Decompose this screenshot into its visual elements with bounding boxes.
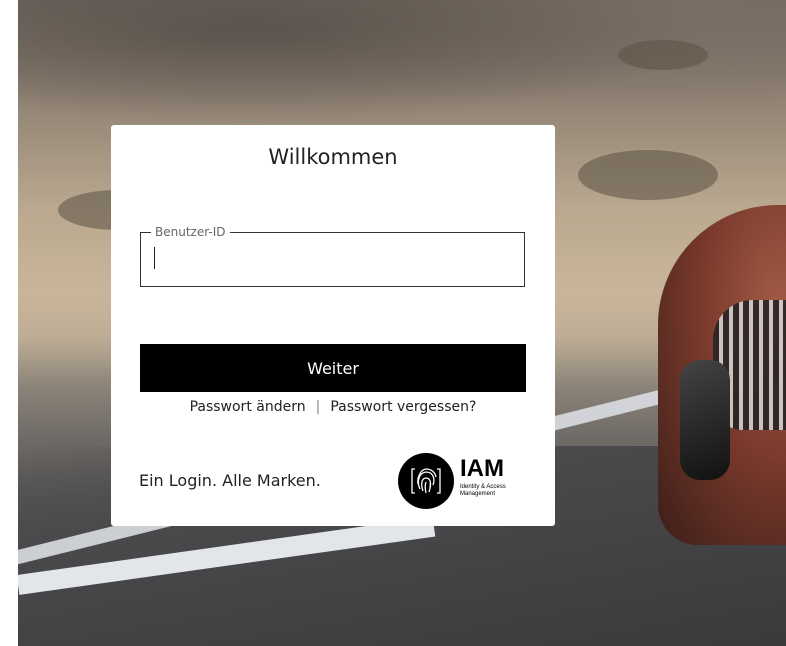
iam-brand: IAM (460, 455, 504, 482)
iam-subtitle-line2: Management (460, 491, 496, 497)
text-caret (154, 247, 155, 269)
forgot-password-link[interactable]: Passwort vergessen? (330, 399, 476, 415)
background-hills (18, 0, 786, 140)
page-title: Willkommen (268, 145, 398, 169)
continue-button[interactable]: Weiter (140, 344, 526, 392)
car-headlight (680, 360, 730, 480)
tagline: Ein Login. Alle Marken. (139, 471, 321, 490)
background-shrub (618, 40, 708, 70)
iam-logo: IAM Identity & Access Management (398, 453, 548, 513)
iam-subtitle-line1: Identity & Access (460, 484, 506, 490)
user-id-label: Benutzer-ID (151, 225, 230, 239)
iam-subtitle: Identity & Access Management (460, 484, 540, 498)
password-links: Passwort ändern | Passwort vergessen? (111, 399, 555, 415)
user-id-input[interactable] (151, 245, 515, 275)
login-card: Willkommen Benutzer-ID Weiter Passwort ä… (111, 125, 555, 526)
link-separator: | (315, 399, 321, 415)
background-shrub (578, 150, 718, 200)
fingerprint-icon (398, 453, 454, 509)
user-id-field[interactable]: Benutzer-ID (140, 225, 525, 287)
change-password-link[interactable]: Passwort ändern (190, 399, 306, 415)
